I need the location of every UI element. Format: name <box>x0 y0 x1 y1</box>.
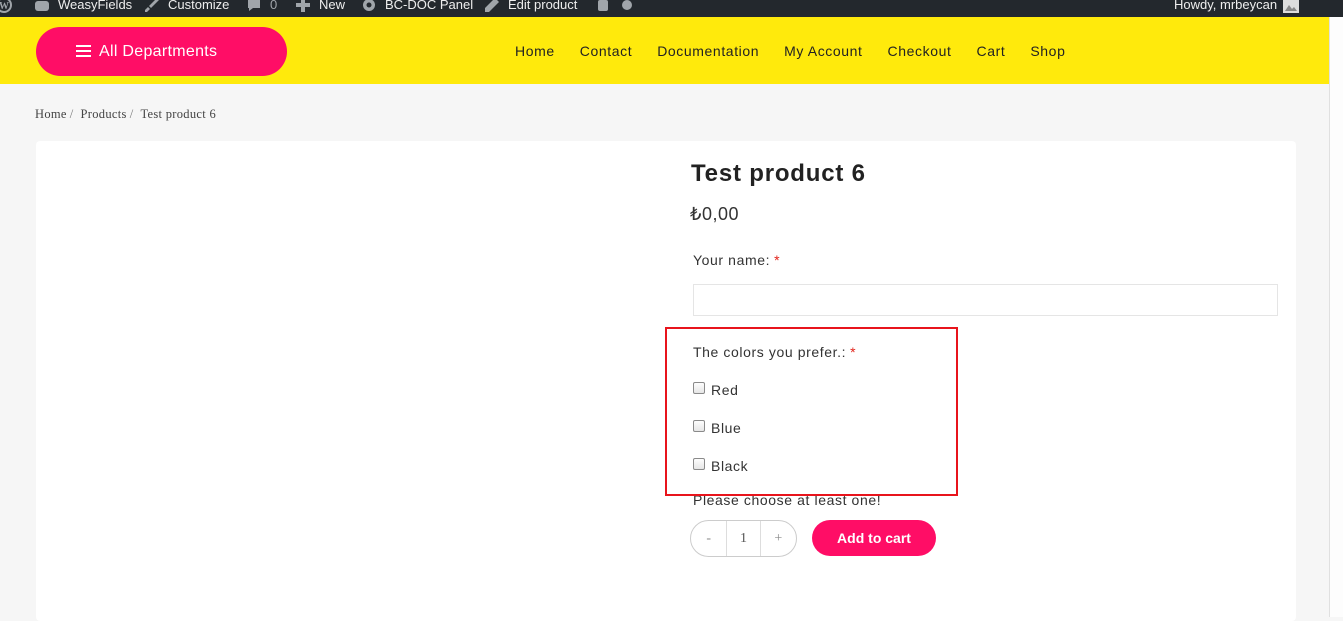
validation-notice: Please choose at least one! <box>693 492 882 508</box>
nav-shop[interactable]: Shop <box>1030 43 1065 59</box>
color-option-black-label: Black <box>711 458 749 474</box>
admin-customize-label: Customize <box>168 0 230 12</box>
name-field-label: Your name: * <box>693 252 780 268</box>
nav-contact[interactable]: Contact <box>580 43 632 59</box>
color-option-blue[interactable]: Blue <box>693 419 742 436</box>
breadcrumb-home[interactable]: Home <box>35 107 67 121</box>
admin-new-link[interactable]: New <box>295 0 345 15</box>
color-option-red-label: Red <box>711 382 739 398</box>
brush-icon <box>144 0 160 13</box>
admin-comments-count: 0 <box>270 0 278 12</box>
plus-icon <box>295 0 311 13</box>
admin-site-name: WeasyFields <box>58 0 133 12</box>
status-dot-icon <box>620 0 636 13</box>
page-scrollbar[interactable] <box>1329 17 1343 617</box>
admin-customize-link[interactable]: Customize <box>144 0 229 15</box>
admin-account-menu[interactable]: Howdy, mrbeycan <box>1174 0 1307 15</box>
add-to-cart-button[interactable]: Add to cart <box>812 520 936 556</box>
breadcrumb-separator: / <box>129 107 134 121</box>
nav-cart[interactable]: Cart <box>977 43 1006 59</box>
colors-field-label-text: The colors you prefer.: <box>693 344 847 360</box>
pencil-icon <box>484 0 500 13</box>
breadcrumb-products[interactable]: Products <box>81 107 127 121</box>
breadcrumb-separator: / <box>69 107 74 121</box>
quantity-decrease-button[interactable]: - <box>691 521 726 556</box>
required-mark: * <box>850 344 857 360</box>
name-field-label-text: Your name: <box>693 252 771 268</box>
comment-icon <box>246 0 262 13</box>
wordpress-logo-icon[interactable]: W <box>0 0 12 15</box>
color-option-blue-label: Blue <box>711 420 742 436</box>
dashboard-icon <box>34 0 50 13</box>
admin-seo-link[interactable] <box>596 0 644 15</box>
seo-icon <box>596 0 612 13</box>
required-mark: * <box>774 252 781 268</box>
svg-text:W: W <box>0 1 9 12</box>
all-departments-label: All Departments <box>99 42 218 60</box>
admin-panel-label: BC-DOC Panel <box>385 0 474 12</box>
quantity-increase-button[interactable]: + <box>761 521 796 556</box>
gear-icon <box>361 0 377 13</box>
product-title: Test product 6 <box>691 160 866 187</box>
site-header: All Departments Home Contact Documentati… <box>0 17 1343 84</box>
wp-admin-bar: W WeasyFields Customize 0 New BC-DOC Pan… <box>0 0 1343 17</box>
name-field[interactable] <box>693 284 1278 316</box>
admin-edit-label: Edit product <box>508 0 578 12</box>
admin-greeting: Howdy, mrbeycan <box>1174 0 1278 12</box>
admin-panel-link[interactable]: BC-DOC Panel <box>361 0 473 15</box>
checkbox-red[interactable] <box>693 381 705 394</box>
breadcrumb: Home / Products / Test product 6 <box>35 107 216 122</box>
checkbox-black[interactable] <box>693 457 705 470</box>
admin-edit-link[interactable]: Edit product <box>484 0 577 15</box>
main-navigation: Home Contact Documentation My Account Ch… <box>515 43 1090 59</box>
nav-my-account[interactable]: My Account <box>784 43 862 59</box>
nav-home[interactable]: Home <box>515 43 555 59</box>
admin-site-link[interactable]: WeasyFields <box>34 0 132 15</box>
nav-checkout[interactable]: Checkout <box>888 43 952 59</box>
checkbox-blue[interactable] <box>693 419 705 432</box>
color-option-red[interactable]: Red <box>693 381 739 398</box>
all-departments-button[interactable]: All Departments <box>36 27 287 76</box>
product-price: ₺0,00 <box>690 204 739 224</box>
quantity-stepper: - 1 + <box>690 520 797 557</box>
colors-field-label: The colors you prefer.: * <box>693 344 856 360</box>
color-option-black[interactable]: Black <box>693 457 749 474</box>
nav-documentation[interactable]: Documentation <box>657 43 759 59</box>
avatar <box>1283 0 1300 13</box>
menu-icon <box>76 45 91 57</box>
quantity-input[interactable]: 1 <box>726 521 761 556</box>
breadcrumb-current: Test product 6 <box>140 107 217 121</box>
admin-new-label: New <box>319 0 346 12</box>
admin-comments-link[interactable]: 0 <box>246 0 277 15</box>
product-card <box>36 141 1296 621</box>
